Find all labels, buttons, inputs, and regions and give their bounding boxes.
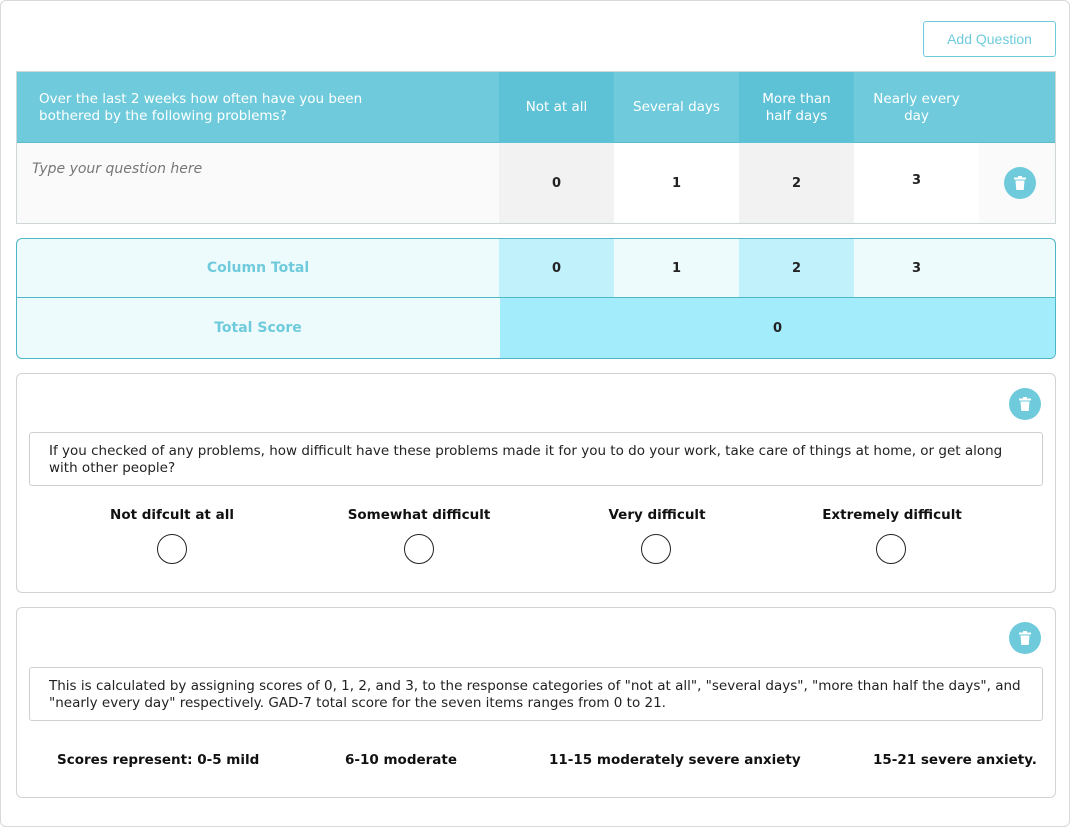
- trash-icon: [1019, 397, 1031, 411]
- add-question-button[interactable]: Add Question: [923, 21, 1056, 57]
- question-input[interactable]: Type your question here: [32, 161, 202, 177]
- question-grid: Over the last 2 weeks how often have you…: [16, 71, 1056, 224]
- form-builder: Add Question Over the last 2 weeks how o…: [0, 0, 1070, 827]
- totals-table: Column Total 0 1 2 3 Total Score 0: [16, 238, 1056, 359]
- total-score-row: Total Score 0: [17, 298, 1055, 358]
- column-total-label: Column Total: [206, 260, 310, 276]
- column-total-cell: 3: [854, 239, 979, 297]
- score-cell: 3: [854, 143, 979, 223]
- column-total-cell: 0: [499, 239, 614, 297]
- question-row: Type your question here 0 1 2 3: [17, 143, 1055, 223]
- score-range-label: 6-10 moderate: [345, 752, 458, 768]
- column-total-cell: 2: [739, 239, 854, 297]
- column-header-nearly-every-day: Nearly every day: [854, 72, 979, 143]
- option-label: Not difcult at all: [110, 507, 234, 523]
- column-header-several-days: Several days: [614, 72, 739, 143]
- column-header-label: Nearly every day: [873, 90, 960, 124]
- difficulty-question-panel: If you checked of any problems, how diff…: [16, 373, 1056, 593]
- option-label: Extremely difficult: [822, 507, 962, 523]
- difficulty-question-text[interactable]: If you checked of any problems, how diff…: [29, 432, 1043, 486]
- score-cell: 2: [739, 143, 854, 223]
- scoring-description-text[interactable]: This is calculated by assigning scores o…: [29, 667, 1043, 721]
- score-cell: 1: [614, 143, 739, 223]
- grid-header-question: Over the last 2 weeks how often have you…: [39, 91, 363, 124]
- column-header-not-at-all: Not at all: [499, 72, 614, 143]
- score-cell: 0: [499, 143, 614, 223]
- option-label: Somewhat difficult: [347, 507, 491, 523]
- trash-icon: [1014, 176, 1026, 190]
- score-range-label: Scores represent: 0-5 mild: [57, 752, 260, 768]
- column-total-cell: 1: [614, 239, 739, 297]
- option-radio-very-difficult[interactable]: [641, 534, 671, 564]
- column-header-more-than-half-days: More than half days: [739, 72, 854, 143]
- column-total-row: Column Total 0 1 2 3: [17, 239, 1055, 298]
- column-header-label: Several days: [633, 99, 720, 115]
- score-range-label: 11-15 moderately severe anxiety: [549, 752, 801, 768]
- option-radio-not-difficult[interactable]: [157, 534, 187, 564]
- delete-panel-button[interactable]: [1009, 388, 1041, 420]
- trash-icon: [1019, 631, 1031, 645]
- column-header-label: More than half days: [762, 90, 831, 124]
- option-radio-extremely-difficult[interactable]: [876, 534, 906, 564]
- delete-question-button[interactable]: [1004, 167, 1036, 199]
- scoring-info-panel: This is calculated by assigning scores o…: [16, 607, 1056, 798]
- option-label: Very difficult: [608, 507, 706, 523]
- option-radio-somewhat-difficult[interactable]: [404, 534, 434, 564]
- total-score-label: Total Score: [214, 320, 302, 336]
- column-header-label: Not at all: [525, 99, 588, 115]
- delete-panel-button[interactable]: [1009, 622, 1041, 654]
- total-score-value: 0: [500, 298, 1055, 358]
- score-range-label: 15-21 severe anxiety.: [873, 752, 1037, 768]
- grid-header: Over the last 2 weeks how often have you…: [17, 72, 1055, 143]
